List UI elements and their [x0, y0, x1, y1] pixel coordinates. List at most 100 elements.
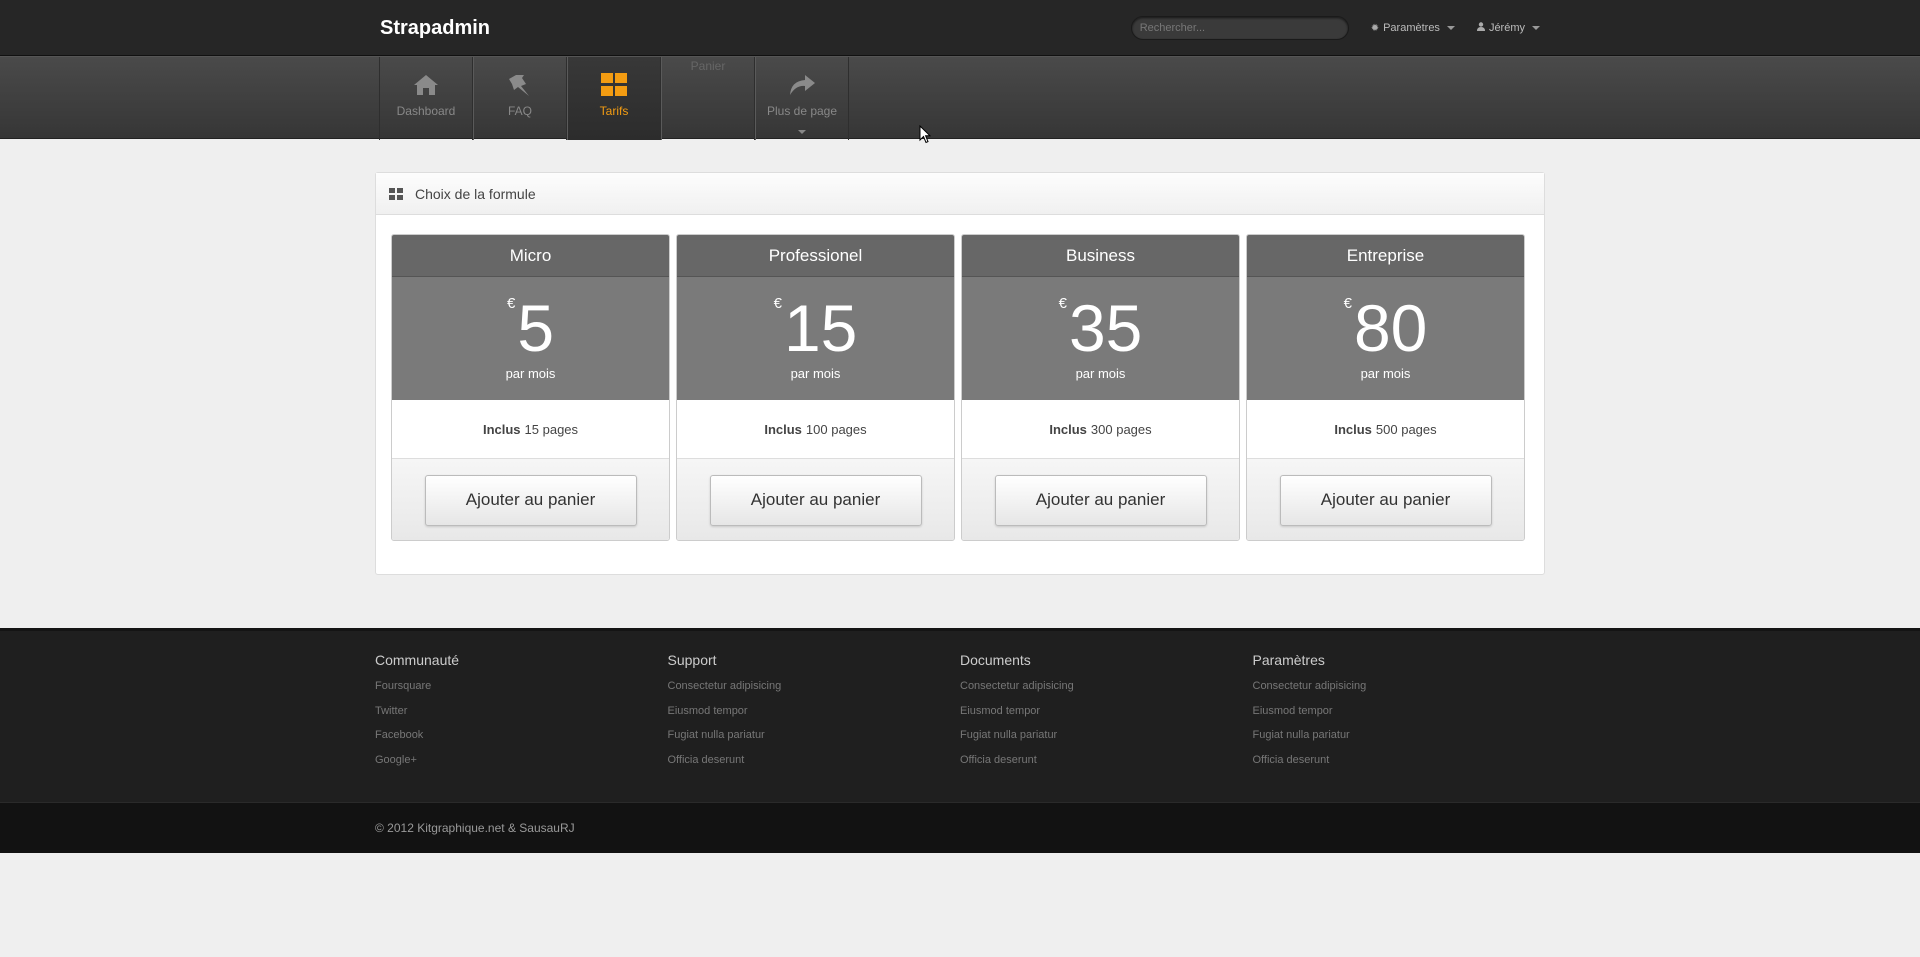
- currency-symbol: €: [1343, 295, 1352, 312]
- feature-label: Inclus: [1049, 421, 1087, 437]
- plan-feature: Inclus 100 pages: [677, 400, 954, 459]
- settings-menu[interactable]: ✹ Paramètres: [1371, 22, 1455, 34]
- plan-feature: Inclus 15 pages: [392, 400, 669, 459]
- footer-link[interactable]: Consectetur adipisicing: [668, 680, 782, 692]
- main-content: Choix de la formule Micro € 5 par mois I…: [0, 139, 1920, 628]
- nav-item-faq[interactable]: FAQ: [473, 57, 567, 140]
- nav-item-tarifs[interactable]: Tarifs: [567, 57, 661, 140]
- nav-item-more-pages[interactable]: Plus de page: [755, 57, 849, 140]
- nav-item-dashboard[interactable]: Dashboard: [379, 57, 473, 140]
- footer-link[interactable]: Facebook: [375, 729, 423, 741]
- panel-header: Choix de la formule: [376, 173, 1544, 215]
- plan-feature: Inclus 300 pages: [962, 400, 1239, 459]
- footer-link[interactable]: Fugiat nulla pariatur: [960, 729, 1057, 741]
- chevron-down-icon: [1532, 26, 1540, 30]
- home-icon: [413, 71, 439, 99]
- plan-name: Business: [962, 235, 1239, 277]
- grid-icon: [389, 187, 403, 200]
- top-navbar: Strapadmin ✹ Paramètres Jérémy: [0, 0, 1920, 56]
- footer-link[interactable]: Officia deserunt: [1253, 754, 1330, 766]
- price-amount: 35: [1068, 291, 1143, 365]
- plan-price: € 15 par mois: [677, 277, 954, 400]
- price-period: par mois: [505, 366, 556, 381]
- price-amount: 80: [1353, 291, 1428, 365]
- feature-value: 500 pages: [1375, 421, 1437, 437]
- footer-column-communaute: Communauté Foursquare Twitter Facebook G…: [375, 652, 668, 778]
- pricing-panel: Choix de la formule Micro € 5 par mois I…: [375, 172, 1545, 575]
- price-period: par mois: [790, 366, 841, 381]
- feature-label: Inclus: [764, 421, 802, 437]
- copyright-text: © 2012 Kitgraphique.net & SausauRJ: [375, 821, 575, 835]
- footer-link[interactable]: Eiusmod tempor: [1253, 705, 1333, 717]
- footer-column-title: Support: [667, 652, 717, 668]
- footer-column-support: Support Consectetur adipisicing Eiusmod …: [668, 652, 961, 778]
- feature-value: 300 pages: [1090, 421, 1152, 437]
- footer-link[interactable]: Eiusmod tempor: [668, 705, 748, 717]
- price-period: par mois: [1360, 366, 1411, 381]
- footer-link[interactable]: Fugiat nulla pariatur: [668, 729, 765, 741]
- nav-item-panier[interactable]: Panier: [661, 57, 755, 140]
- footer-link[interactable]: Consectetur adipisicing: [1253, 680, 1367, 692]
- user-icon: [1476, 22, 1485, 34]
- plan-card-micro: Micro € 5 par mois Inclus 15 pages Ajout…: [391, 234, 670, 541]
- plan-card-professionel: Professionel € 15 par mois Inclus 100 pa…: [676, 234, 955, 541]
- currency-symbol: €: [506, 295, 516, 312]
- footer-link[interactable]: Fugiat nulla pariatur: [1253, 729, 1350, 741]
- currency-symbol: €: [1058, 295, 1067, 312]
- plan-price: € 5 par mois: [392, 277, 669, 400]
- pin-icon: [507, 71, 533, 99]
- brand-logo[interactable]: Strapadmin: [380, 17, 490, 40]
- nav-item-label: Panier: [690, 59, 726, 73]
- plan-name: Professionel: [677, 235, 954, 277]
- chevron-down-icon: [1446, 26, 1455, 30]
- footer-link[interactable]: Foursquare: [375, 680, 431, 692]
- footer: Communauté Foursquare Twitter Facebook G…: [0, 628, 1920, 802]
- add-to-cart-button[interactable]: Ajouter au panier: [1279, 474, 1492, 526]
- footer-link[interactable]: Officia deserunt: [668, 754, 745, 766]
- footer-link[interactable]: Consectetur adipisicing: [960, 680, 1074, 692]
- feature-value: 15 pages: [524, 421, 579, 437]
- price-amount: 5: [517, 291, 555, 365]
- main-nav: Dashboard FAQ Tarifs Panier Plus de page: [0, 56, 1920, 140]
- nav-item-label: Plus de page: [766, 104, 838, 118]
- user-menu[interactable]: Jérémy: [1476, 22, 1540, 34]
- panel-title: Choix de la formule: [415, 185, 536, 202]
- footer-link[interactable]: Officia deserunt: [960, 754, 1037, 766]
- share-icon: [788, 71, 816, 99]
- price-period: par mois: [1075, 366, 1126, 381]
- search-input[interactable]: [1130, 16, 1349, 40]
- nav-item-label: Tarifs: [599, 104, 629, 118]
- footer-link[interactable]: Twitter: [375, 705, 407, 717]
- plan-card-entreprise: Entreprise € 80 par mois Inclus 500 page…: [1246, 234, 1525, 541]
- copyright-bar: © 2012 Kitgraphique.net & SausauRJ: [0, 802, 1920, 853]
- mouse-cursor-icon: [919, 124, 932, 149]
- nav-item-label: Dashboard: [396, 104, 456, 118]
- add-to-cart-button[interactable]: Ajouter au panier: [424, 474, 637, 526]
- plan-price: € 80 par mois: [1247, 277, 1524, 400]
- footer-column-parametres: Paramètres Consectetur adipisicing Eiusm…: [1253, 652, 1546, 778]
- nav-item-label: FAQ: [507, 104, 532, 118]
- footer-column-documents: Documents Consectetur adipisicing Eiusmo…: [960, 652, 1253, 778]
- add-to-cart-button[interactable]: Ajouter au panier: [994, 474, 1207, 526]
- settings-menu-label: Paramètres: [1383, 22, 1440, 34]
- feature-label: Inclus: [482, 421, 521, 437]
- footer-column-title: Paramètres: [1252, 652, 1325, 668]
- plan-name: Micro: [392, 235, 669, 277]
- footer-column-title: Communauté: [375, 652, 460, 668]
- add-to-cart-button[interactable]: Ajouter au panier: [709, 474, 922, 526]
- plan-price: € 35 par mois: [962, 277, 1239, 400]
- plan-card-business: Business € 35 par mois Inclus 300 pages …: [961, 234, 1240, 541]
- feature-label: Inclus: [1334, 421, 1372, 437]
- plan-name: Entreprise: [1247, 235, 1524, 277]
- plan-feature: Inclus 500 pages: [1247, 400, 1524, 459]
- grid-icon: [601, 71, 627, 99]
- footer-link[interactable]: Eiusmod tempor: [960, 705, 1040, 717]
- footer-link[interactable]: Google+: [375, 754, 417, 766]
- gear-icon: ✹: [1370, 22, 1380, 34]
- user-menu-label: Jérémy: [1488, 22, 1525, 34]
- footer-column-title: Documents: [960, 652, 1031, 668]
- currency-symbol: €: [773, 295, 782, 312]
- chevron-down-icon: [798, 130, 806, 134]
- price-amount: 15: [783, 291, 858, 365]
- feature-value: 100 pages: [805, 421, 867, 437]
